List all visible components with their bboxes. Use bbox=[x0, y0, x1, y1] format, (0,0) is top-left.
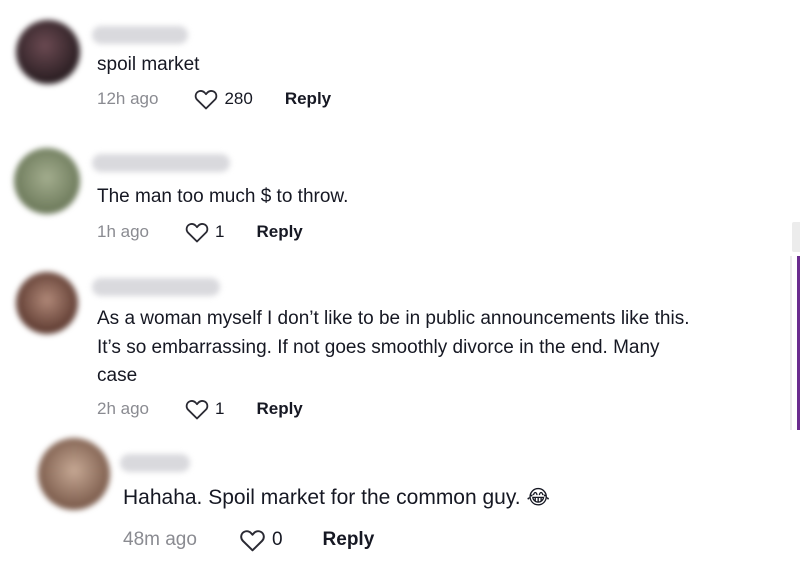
comment-text: spoil market bbox=[97, 54, 200, 75]
username[interactable] bbox=[92, 278, 220, 296]
comment-meta: 1h ago 1 Reply bbox=[97, 221, 303, 243]
username[interactable] bbox=[92, 154, 230, 172]
like-count: 280 bbox=[224, 89, 253, 108]
reply-button[interactable]: Reply bbox=[256, 399, 302, 419]
comment-time: 2h ago bbox=[97, 399, 149, 418]
like-button[interactable]: 0 bbox=[239, 528, 283, 552]
like-count: 1 bbox=[215, 399, 225, 418]
comment-meta: 48m ago 0 Reply bbox=[123, 528, 374, 552]
like-button[interactable]: 1 bbox=[185, 398, 224, 420]
like-button[interactable]: 1 bbox=[185, 221, 224, 243]
heart-outline-icon bbox=[185, 400, 209, 420]
heart-outline-icon bbox=[240, 530, 265, 552]
comment-time: 12h ago bbox=[97, 89, 159, 108]
username[interactable] bbox=[92, 26, 188, 44]
comment-3: As a woman myself I don’t like to be in … bbox=[0, 260, 790, 430]
avatar[interactable] bbox=[14, 148, 80, 214]
like-count: 0 bbox=[271, 529, 283, 550]
comment-text: Hahaha. Spoil market for the common guy.… bbox=[123, 484, 550, 513]
scrollbar-track[interactable] bbox=[792, 222, 800, 252]
avatar[interactable] bbox=[16, 272, 78, 334]
reply-button[interactable]: Reply bbox=[285, 89, 331, 109]
like-button[interactable]: 280 bbox=[194, 88, 253, 110]
comment-time: 48m ago bbox=[123, 529, 197, 550]
username[interactable] bbox=[120, 454, 190, 472]
comment-time: 1h ago bbox=[97, 222, 149, 241]
comment-meta: 2h ago 1 Reply bbox=[97, 398, 303, 420]
comment-text: The man too much $ to throw. bbox=[97, 186, 349, 207]
avatar[interactable] bbox=[16, 20, 80, 84]
like-count: 1 bbox=[215, 222, 225, 241]
comment-meta: 12h ago 280 Reply bbox=[97, 88, 331, 110]
laughing-emoji-icon: 😂 bbox=[526, 487, 550, 509]
avatar[interactable] bbox=[38, 438, 110, 510]
comment-text-content: Hahaha. Spoil market for the common guy. bbox=[123, 486, 521, 509]
comment-2: The man too much $ to throw. 1h ago 1 Re… bbox=[0, 130, 790, 255]
heart-outline-icon bbox=[195, 90, 218, 110]
comment-4: Hahaha. Spoil market for the common guy.… bbox=[0, 430, 800, 567]
heart-outline-icon bbox=[185, 223, 209, 243]
reply-button[interactable]: Reply bbox=[323, 529, 375, 551]
comment-text: As a woman myself I don’t like to be in … bbox=[97, 308, 690, 386]
reply-button[interactable]: Reply bbox=[256, 222, 302, 242]
comment-1: spoil market 12h ago 280 Reply bbox=[0, 0, 790, 125]
